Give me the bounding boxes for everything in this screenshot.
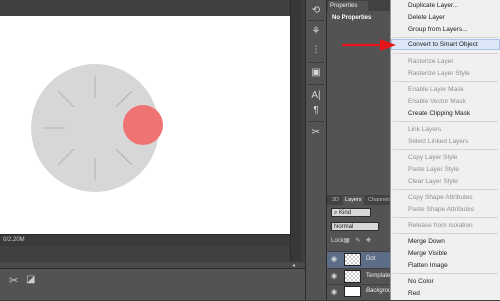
menu-item-red[interactable]: Red [408, 289, 420, 298]
menu-item-enable-layer-mask[interactable]: Enable Layer Mask [408, 85, 464, 94]
layer-name: Template [366, 273, 391, 279]
history-icon[interactable]: ⟲ [308, 4, 324, 18]
tools-icon[interactable]: ✂ [308, 126, 324, 140]
scissors-icon[interactable]: ✂ [9, 274, 21, 287]
tool-divider [308, 121, 324, 122]
menu-item-group-from-layers[interactable]: Group from Layers... [408, 25, 468, 34]
eye-icon[interactable]: ◉ [331, 288, 339, 296]
menu-item-rasterize-layer-style[interactable]: Rasterize Layer Style [408, 69, 470, 78]
menu-item-clear-layer-style[interactable]: Clear Layer Style [408, 177, 458, 186]
canvas-artwork [31, 64, 163, 192]
layer-thumbnail [344, 270, 361, 283]
crop-icon[interactable]: ◪ [26, 274, 38, 286]
adjustments-icon[interactable]: ⫶ [308, 44, 324, 58]
menu-item-enable-vector-mask[interactable]: Enable Vector Mask [408, 97, 466, 106]
menu-item-select-linked-layers[interactable]: Select Linked Layers [408, 137, 468, 146]
status-bar: 0/2.20M [0, 234, 290, 246]
layer-thumbnail [344, 253, 361, 266]
bottom-panel [0, 268, 305, 300]
menu-separator [393, 189, 498, 190]
menu-separator [393, 149, 498, 150]
tab-properties[interactable]: Properties [328, 1, 368, 11]
menu-item-rasterize-layer[interactable]: Rasterize Layer [408, 57, 454, 66]
menu-item-link-layers[interactable]: Link Layers [408, 125, 441, 134]
menu-item-merge-visible[interactable]: Merge Visible [408, 249, 447, 258]
menu-separator [393, 217, 498, 218]
menu-item-paste-shape-attributes[interactable]: Paste Shape Attributes [408, 205, 474, 214]
tab-layers[interactable]: Layers [343, 196, 364, 205]
menu-item-release-from-isolation[interactable]: Release from Isolation [408, 221, 473, 230]
menu-item-delete-layer[interactable]: Delete Layer [408, 13, 445, 22]
vertical-scrollbar[interactable] [290, 0, 302, 266]
menu-item-copy-layer-style[interactable]: Copy Layer Style [408, 153, 458, 162]
properties-panel [327, 0, 390, 195]
menu-item-no-color[interactable]: No Color [408, 277, 434, 286]
character-icon[interactable]: A| [308, 89, 324, 103]
tool-divider [308, 20, 324, 21]
brush-presets-icon[interactable]: ⚘ [308, 25, 324, 39]
red-arrow-annotation [342, 39, 396, 51]
menu-item-merge-down[interactable]: Merge Down [408, 237, 445, 246]
menu-separator [393, 233, 498, 234]
document-canvas[interactable] [0, 16, 290, 234]
lock-icons[interactable]: ▦ ✎ ✥ [344, 237, 373, 244]
doc-size-readout: 0/2.20M [3, 237, 25, 243]
paragraph-icon[interactable]: ¶ [308, 104, 324, 118]
menu-item-create-clipping-mask[interactable]: Create Clipping Mask [408, 109, 470, 118]
menu-item-convert-to-smart-object[interactable]: Convert to Smart Object [408, 40, 478, 49]
menu-separator [393, 273, 498, 274]
styles-icon[interactable]: ▣ [308, 66, 324, 80]
layer-thumbnail [344, 286, 361, 297]
tool-divider [308, 84, 324, 85]
red-dot [123, 105, 163, 145]
menu-item-flatten-image[interactable]: Flatten Image [408, 261, 448, 270]
kind-filter-label: Kind [339, 210, 352, 216]
blend-mode-select[interactable]: Normal [331, 222, 379, 231]
layer-kind-filter[interactable]: ⌕ Kind [331, 208, 371, 217]
eye-icon[interactable]: ◉ [331, 255, 339, 263]
menu-item-copy-shape-attributes[interactable]: Copy Shape Attributes [408, 193, 473, 202]
menu-separator [393, 121, 498, 122]
eye-icon[interactable]: ◉ [331, 272, 339, 280]
menu-item-duplicate-layer[interactable]: Duplicate Layer... [408, 1, 458, 10]
menu-separator [393, 81, 498, 82]
layer-name: Dot [366, 256, 376, 262]
tab-3d[interactable]: 3D [330, 196, 341, 205]
menu-separator [393, 53, 498, 54]
menu-item-paste-layer-style[interactable]: Paste Layer Style [408, 165, 459, 174]
tool-divider [308, 62, 324, 63]
no-properties-text: No Properties [332, 15, 372, 21]
menu-separator [393, 37, 498, 38]
